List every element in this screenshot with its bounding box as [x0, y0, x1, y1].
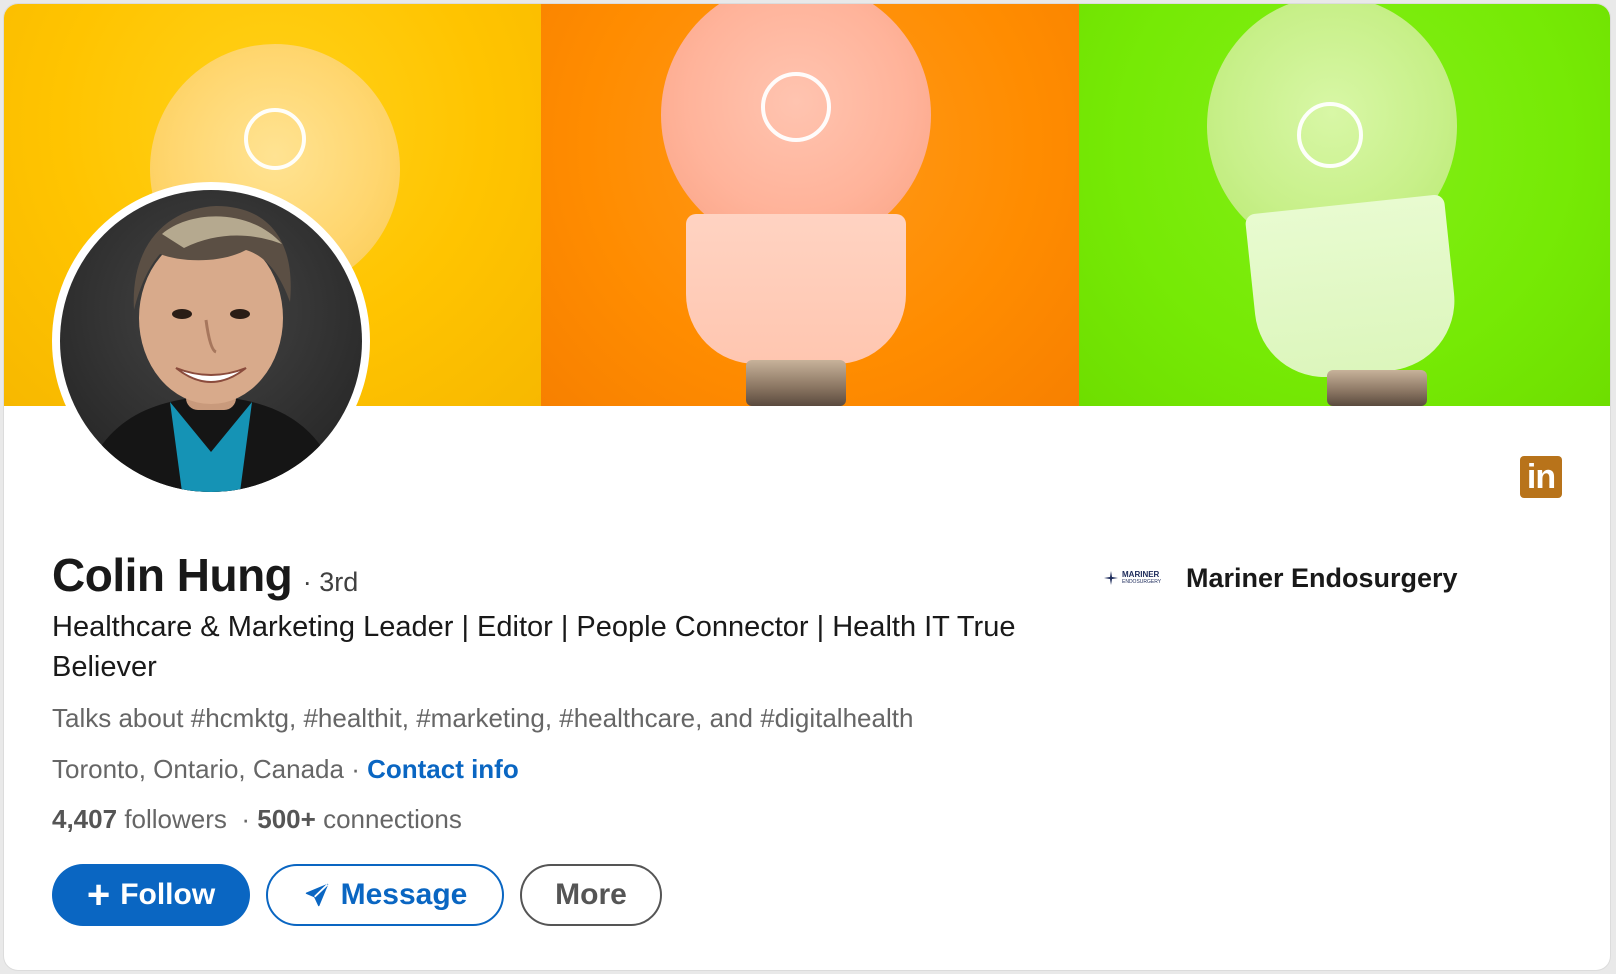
banner-panel-orange — [541, 4, 1079, 406]
stats-row: 4,407 followers · 500+ connections — [52, 804, 462, 835]
company-name[interactable]: Mariner Endosurgery — [1186, 563, 1458, 594]
stats-separator: · — [241, 804, 251, 834]
follow-button-label: Follow — [120, 878, 216, 911]
plus-icon: + — [86, 873, 111, 917]
location-text: Toronto, Ontario, Canada — [52, 754, 344, 784]
company-logo-text-2: ENDOSURGERY — [1122, 579, 1162, 585]
followers-count: 4,407 — [52, 804, 118, 834]
profile-card: in Colin Hung · 3rd Healthcare & Marketi… — [4, 4, 1610, 970]
company-logo: MARINER ENDOSURGERY — [1104, 560, 1164, 596]
follow-button[interactable]: + Follow — [52, 864, 250, 926]
more-button-label: More — [555, 878, 627, 911]
location-row: Toronto, Ontario, Canada · Contact info — [52, 754, 519, 785]
message-button[interactable]: Message — [266, 864, 504, 926]
profile-headline: Healthcare & Marketing Leader | Editor |… — [52, 611, 1016, 683]
message-button-label: Message — [340, 878, 468, 911]
connection-degree: · 3rd — [302, 567, 359, 597]
linkedin-logo-icon: in — [1520, 456, 1562, 498]
banner-panel-green — [1079, 4, 1610, 406]
send-icon — [305, 883, 328, 907]
avatar-photo — [60, 190, 362, 492]
profile-avatar[interactable] — [52, 182, 370, 500]
contact-info-link[interactable]: Contact info — [367, 754, 519, 784]
compass-icon — [1104, 571, 1118, 585]
followers-label: followers — [124, 804, 227, 834]
location-separator: · — [343, 754, 368, 784]
person-portrait-icon — [80, 206, 342, 492]
company-logo-text-1: MARINER — [1122, 570, 1160, 579]
talks-about: Talks about #hcmktg, #healthit, #marketi… — [52, 703, 914, 733]
profile-name: Colin Hung — [52, 549, 293, 601]
connections-count[interactable]: 500+ — [257, 804, 316, 834]
connections-label[interactable]: connections — [323, 804, 462, 834]
name-row: Colin Hung · 3rd — [52, 548, 358, 602]
more-button[interactable]: More — [520, 864, 662, 926]
current-company[interactable]: MARINER ENDOSURGERY Mariner Endosurgery — [1104, 560, 1458, 596]
